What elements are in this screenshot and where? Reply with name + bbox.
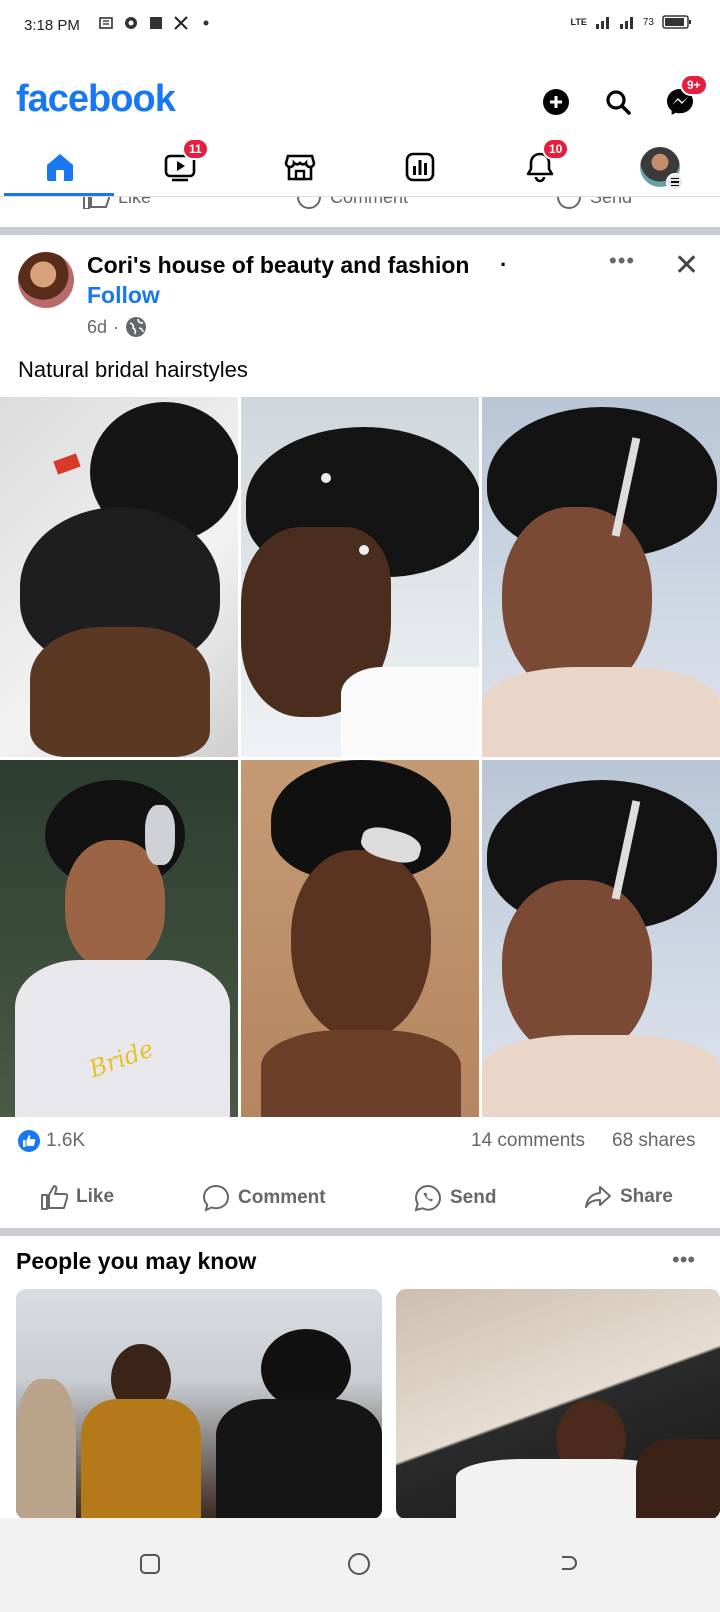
feed-divider xyxy=(0,227,720,235)
recents-icon[interactable] xyxy=(138,1552,162,1576)
post-photo-grid[interactable]: Bride xyxy=(0,397,720,1117)
post-text: Natural bridal hairstyles xyxy=(18,357,248,382)
share-icon xyxy=(585,1186,611,1208)
comment-icon xyxy=(297,197,321,209)
tab-home[interactable] xyxy=(0,140,120,194)
pymk-title: People you may know xyxy=(16,1248,257,1274)
tab-marketplace[interactable] xyxy=(240,140,360,194)
previous-post-actions: Like Comment Send xyxy=(0,197,720,211)
facebook-logo[interactable]: facebook xyxy=(16,78,176,121)
photo-hairstyle-6[interactable] xyxy=(482,760,720,1117)
photo-hairstyle-5[interactable] xyxy=(241,760,479,1117)
battery-icon xyxy=(662,15,691,29)
battery-percent: 73 xyxy=(642,16,654,28)
author-avatar[interactable] xyxy=(18,252,74,308)
signal-icon-2 xyxy=(619,17,633,29)
prev-send-button[interactable]: Send xyxy=(556,197,632,209)
system-navigation-bar xyxy=(0,1518,720,1612)
post-author-name[interactable]: Cori's house of beauty and fashion xyxy=(87,252,469,279)
share-button[interactable]: Share xyxy=(584,1184,673,1210)
pymk-card-1[interactable] xyxy=(16,1289,382,1519)
search-icon xyxy=(606,90,631,115)
network-type: LTE xyxy=(570,17,587,27)
separator-dot: · xyxy=(500,252,508,277)
like-reaction-icon xyxy=(18,1130,40,1152)
tab-notifications[interactable]: 10 xyxy=(480,138,600,194)
news-icon xyxy=(99,17,113,29)
like-icon xyxy=(83,197,110,209)
prev-comment-button[interactable]: Comment xyxy=(296,197,408,209)
comment-icon xyxy=(202,1184,230,1212)
like-button[interactable]: Like xyxy=(40,1184,114,1210)
signal-icon xyxy=(595,17,609,29)
prev-like-button[interactable]: Like xyxy=(82,197,151,209)
tab-feeds[interactable] xyxy=(360,140,480,194)
photo-hairstyle-1[interactable] xyxy=(0,397,238,757)
globe-icon xyxy=(126,317,147,337)
status-notification-icons xyxy=(98,15,214,31)
like-icon xyxy=(41,1185,68,1210)
follow-button[interactable]: Follow xyxy=(87,282,160,309)
menu-icon xyxy=(666,173,684,191)
x-icon xyxy=(174,16,188,30)
feeds-icon xyxy=(405,152,435,182)
pymk-options-button[interactable]: ••• xyxy=(672,1247,695,1273)
reaction-summary[interactable]: 1.6K 14 comments 68 shares xyxy=(18,1130,704,1156)
status-right-icons: LTE 73 xyxy=(571,14,692,30)
marketplace-icon xyxy=(284,154,316,181)
android-icon xyxy=(125,17,137,29)
hide-post-button[interactable]: ✕ xyxy=(674,248,699,283)
dot-icon xyxy=(203,20,209,26)
photo-hairstyle-3[interactable] xyxy=(482,397,720,757)
photo-hairstyle-4[interactable]: Bride xyxy=(0,760,238,1117)
shares-count[interactable]: 68 shares xyxy=(612,1130,695,1152)
messenger-button[interactable]: 9+ xyxy=(660,74,708,122)
back-icon[interactable] xyxy=(556,1552,580,1576)
pymk-card-2[interactable] xyxy=(396,1289,720,1519)
post-options-button[interactable]: ••• xyxy=(609,248,635,274)
whatsapp-icon xyxy=(557,197,581,209)
status-bar: 3:18 PM LTE 73 xyxy=(0,0,720,52)
tab-video[interactable]: 11 xyxy=(120,138,240,194)
tab-profile-menu[interactable] xyxy=(600,140,720,194)
home-nav-icon[interactable] xyxy=(347,1552,371,1576)
square-app-icon xyxy=(150,17,162,29)
video-badge: 11 xyxy=(182,138,209,160)
messenger-badge: 9+ xyxy=(680,74,708,96)
main-tab-bar: 11 10 xyxy=(0,138,720,196)
whatsapp-icon xyxy=(414,1184,442,1212)
status-time: 3:18 PM xyxy=(24,17,80,34)
send-button[interactable]: Send xyxy=(414,1184,496,1212)
search-button[interactable] xyxy=(598,82,638,122)
post-action-bar: Like Comment Send Share xyxy=(0,1176,720,1226)
create-button[interactable] xyxy=(536,82,576,122)
home-icon xyxy=(47,154,73,181)
post-meta: 6d · xyxy=(87,316,147,338)
reaction-count[interactable]: 1.6K xyxy=(46,1130,85,1152)
plus-icon xyxy=(543,89,569,115)
profile-avatar xyxy=(640,147,684,191)
comment-button[interactable]: Comment xyxy=(202,1184,326,1212)
feed-divider-2 xyxy=(0,1228,720,1236)
notifications-badge: 10 xyxy=(542,138,570,160)
comments-count[interactable]: 14 comments xyxy=(471,1130,585,1152)
photo-hairstyle-2[interactable] xyxy=(241,397,479,757)
post-time[interactable]: 6d xyxy=(87,317,107,338)
